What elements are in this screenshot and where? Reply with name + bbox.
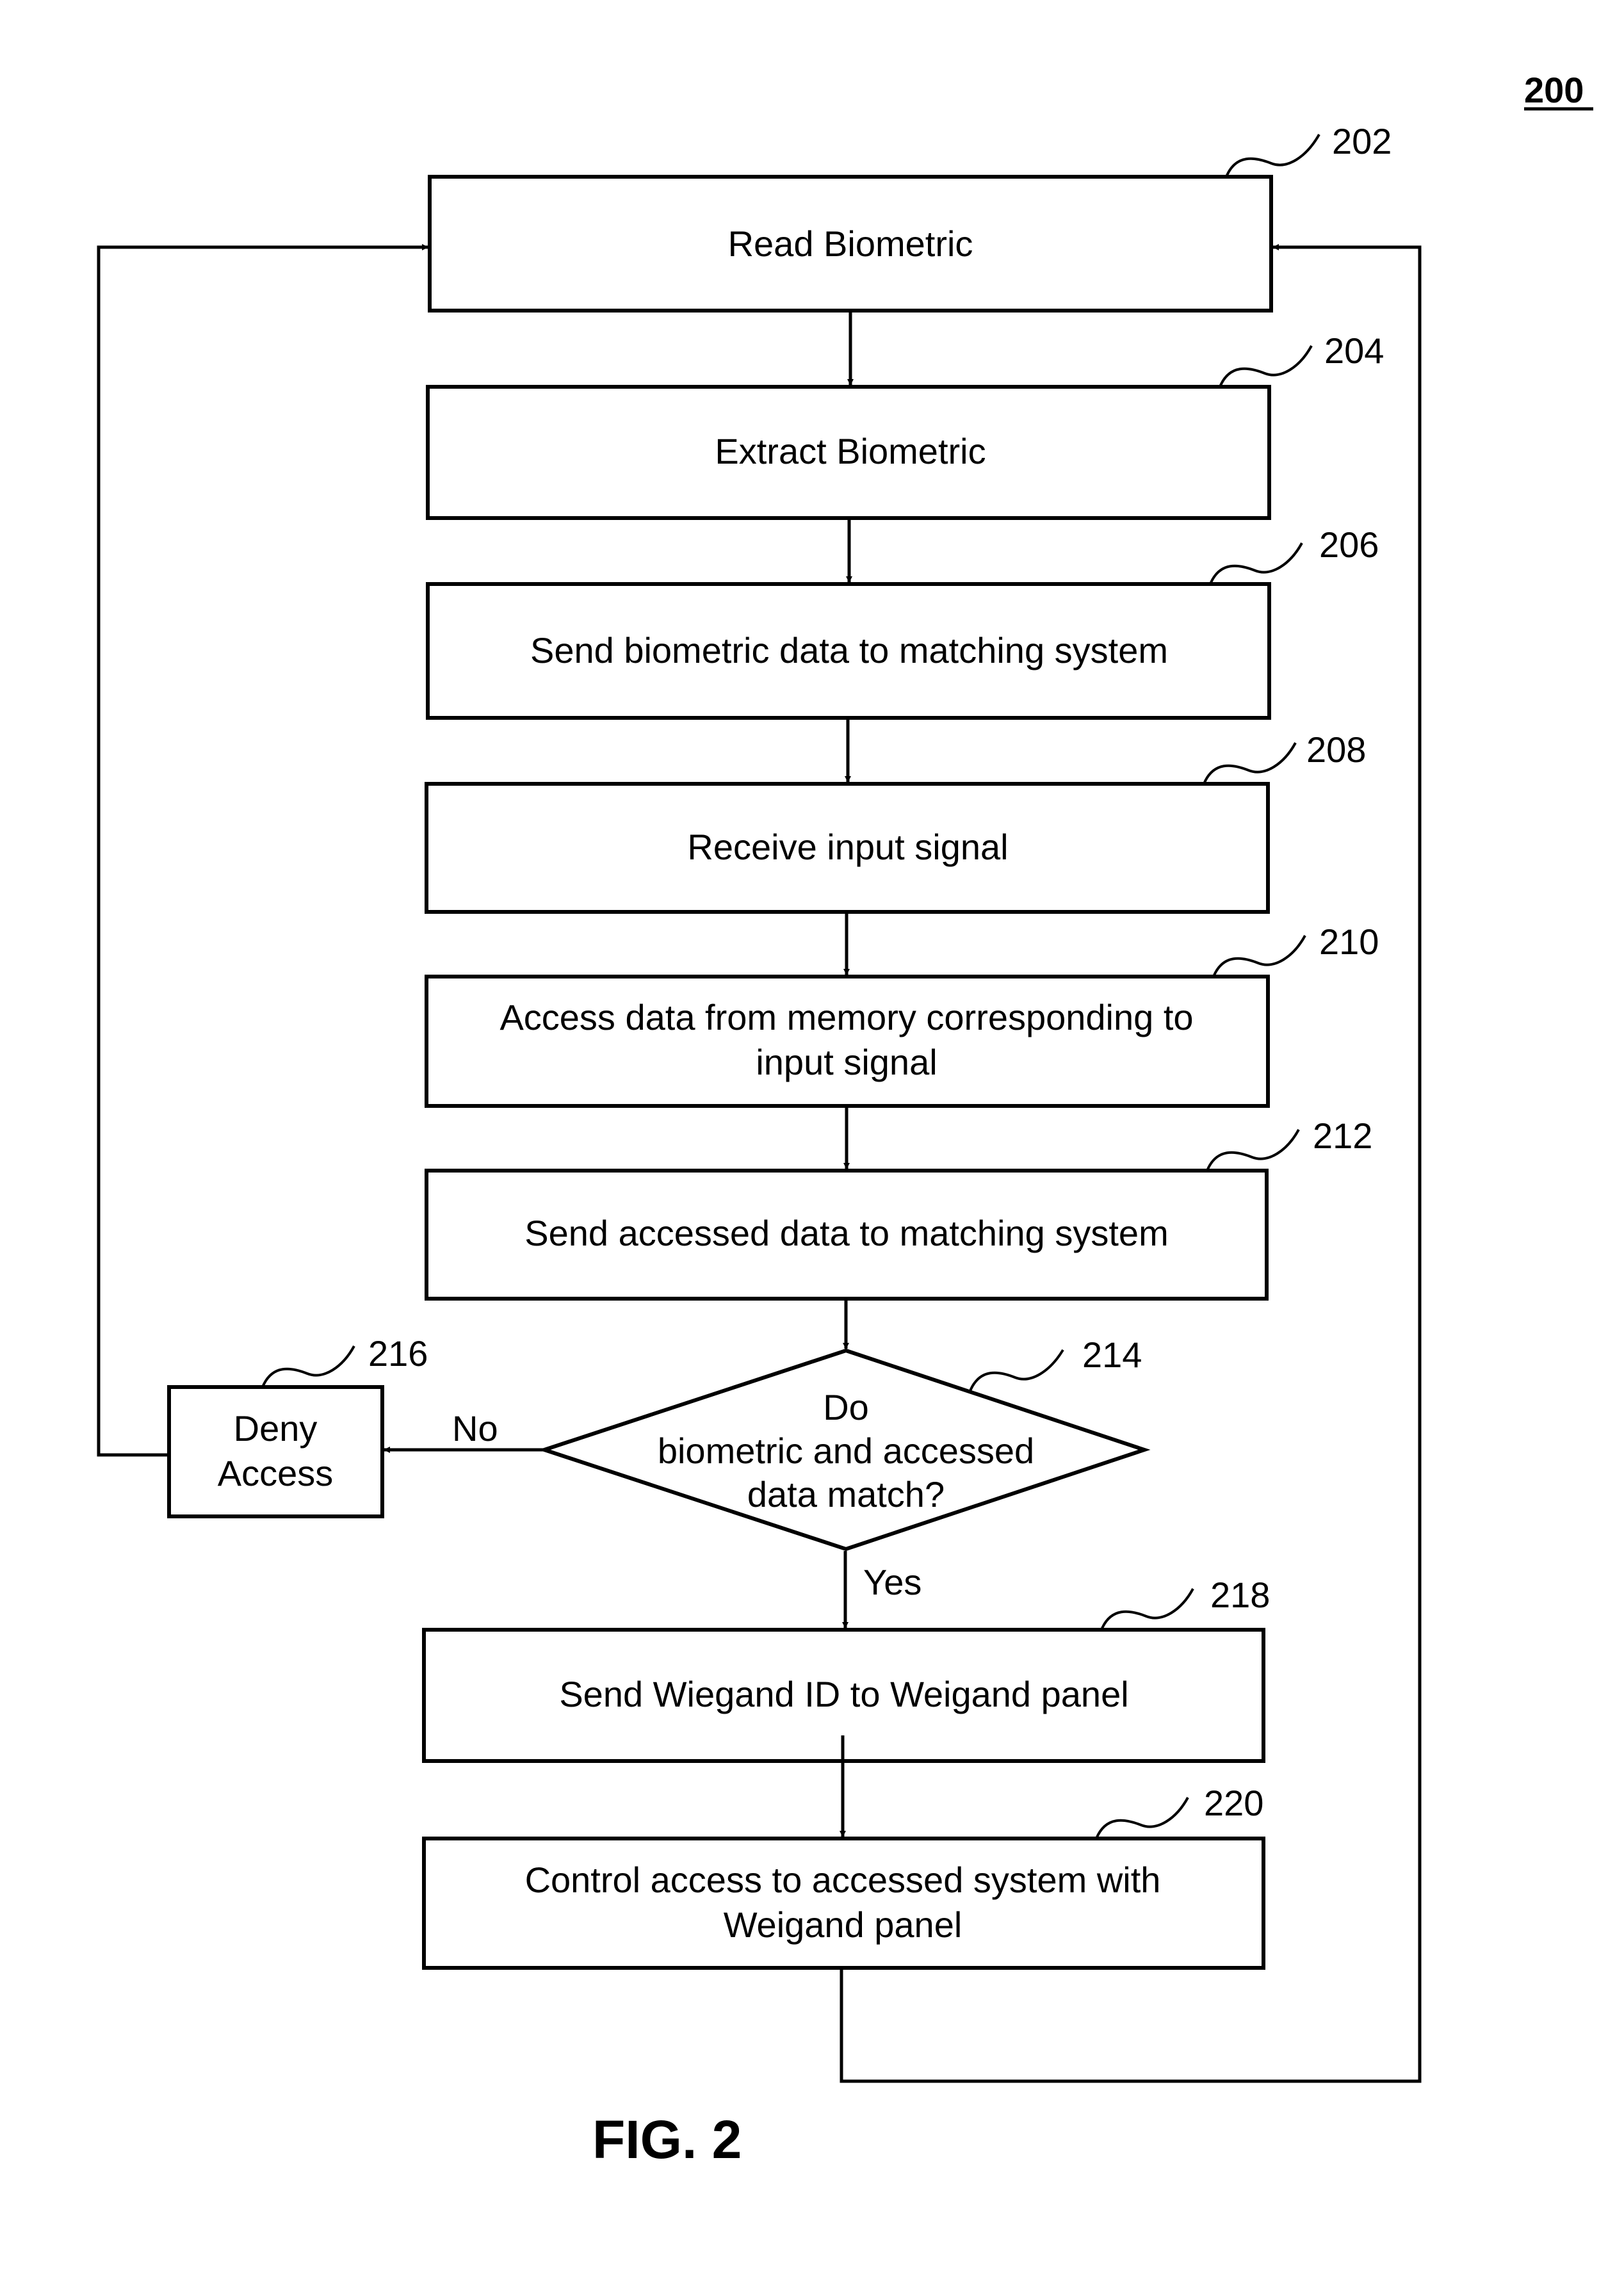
- step-204: Extract Biometric 204: [426, 330, 1384, 520]
- step-218: Send Wiegand ID to Weigand panel 218: [422, 1575, 1270, 1763]
- leader-212: [1206, 1129, 1300, 1171]
- deny-label-line1: Deny: [234, 1408, 318, 1449]
- step-220-label-line1: Control access to accessed system with: [525, 1860, 1161, 1900]
- leader-204: [1219, 345, 1313, 387]
- step-210-box: [425, 975, 1270, 1108]
- loop-control-to-read: [840, 244, 1422, 2083]
- figure-caption: FIG. 2: [592, 2109, 742, 2170]
- step-218-label: Send Wiegand ID to Weigand panel: [559, 1674, 1128, 1714]
- ref-208: 208: [1306, 729, 1366, 770]
- ref-216: 216: [368, 1333, 428, 1374]
- step-206: Send biometric data to matching system 2…: [426, 524, 1379, 720]
- step-206-label: Send biometric data to matching system: [530, 630, 1168, 670]
- leader-218: [1100, 1588, 1194, 1630]
- leader-210: [1212, 935, 1306, 977]
- figure-number: 200: [1524, 70, 1584, 110]
- step-210: Access data from memory corresponding to…: [425, 921, 1379, 1108]
- decision-label-line3: data match?: [747, 1474, 945, 1514]
- ref-206: 206: [1319, 524, 1379, 565]
- step-204-label: Extract Biometric: [715, 431, 986, 471]
- step-202: Read Biometric 202: [428, 121, 1392, 313]
- no-label: No: [452, 1408, 498, 1449]
- step-208: Receive input signal 208: [425, 729, 1366, 914]
- ref-214: 214: [1082, 1335, 1142, 1375]
- decision-214: Do biometric and accessed data match? 21…: [538, 1335, 1151, 1552]
- loop-deny-to-read: [97, 244, 428, 1457]
- ref-218: 218: [1210, 1575, 1270, 1615]
- leader-202: [1225, 134, 1320, 177]
- step-210-label-line2: input signal: [756, 1042, 937, 1082]
- step-220-label-line2: Weigand panel: [724, 1904, 962, 1945]
- step-202-label: Read Biometric: [728, 223, 973, 264]
- leader-216: [261, 1345, 355, 1388]
- leader-208: [1203, 742, 1297, 784]
- ref-202: 202: [1332, 121, 1392, 161]
- yes-label: Yes: [863, 1562, 922, 1602]
- ref-212: 212: [1313, 1116, 1372, 1156]
- leader-220: [1095, 1797, 1189, 1839]
- ref-220: 220: [1204, 1783, 1263, 1823]
- ref-204: 204: [1324, 330, 1384, 371]
- deny-box: [167, 1385, 384, 1518]
- decision-label-line2: biometric and accessed: [658, 1431, 1034, 1471]
- decision-label-line1: Do: [823, 1387, 869, 1427]
- flowchart: 200 Read Biometric 202 Extract Biometric…: [97, 70, 1593, 2170]
- step-212: Send accessed data to matching system 21…: [425, 1116, 1372, 1301]
- step-208-label: Receive input signal: [687, 827, 1008, 867]
- deny-label-line2: Access: [218, 1453, 334, 1493]
- step-220-box: [422, 1837, 1265, 1970]
- step-210-label-line1: Access data from memory corresponding to: [499, 997, 1193, 1037]
- leader-214: [969, 1349, 1064, 1392]
- ref-210: 210: [1319, 921, 1379, 962]
- deny-216: Deny Access 216: [167, 1333, 428, 1518]
- step-212-label: Send accessed data to matching system: [524, 1213, 1168, 1253]
- leader-206: [1209, 542, 1303, 585]
